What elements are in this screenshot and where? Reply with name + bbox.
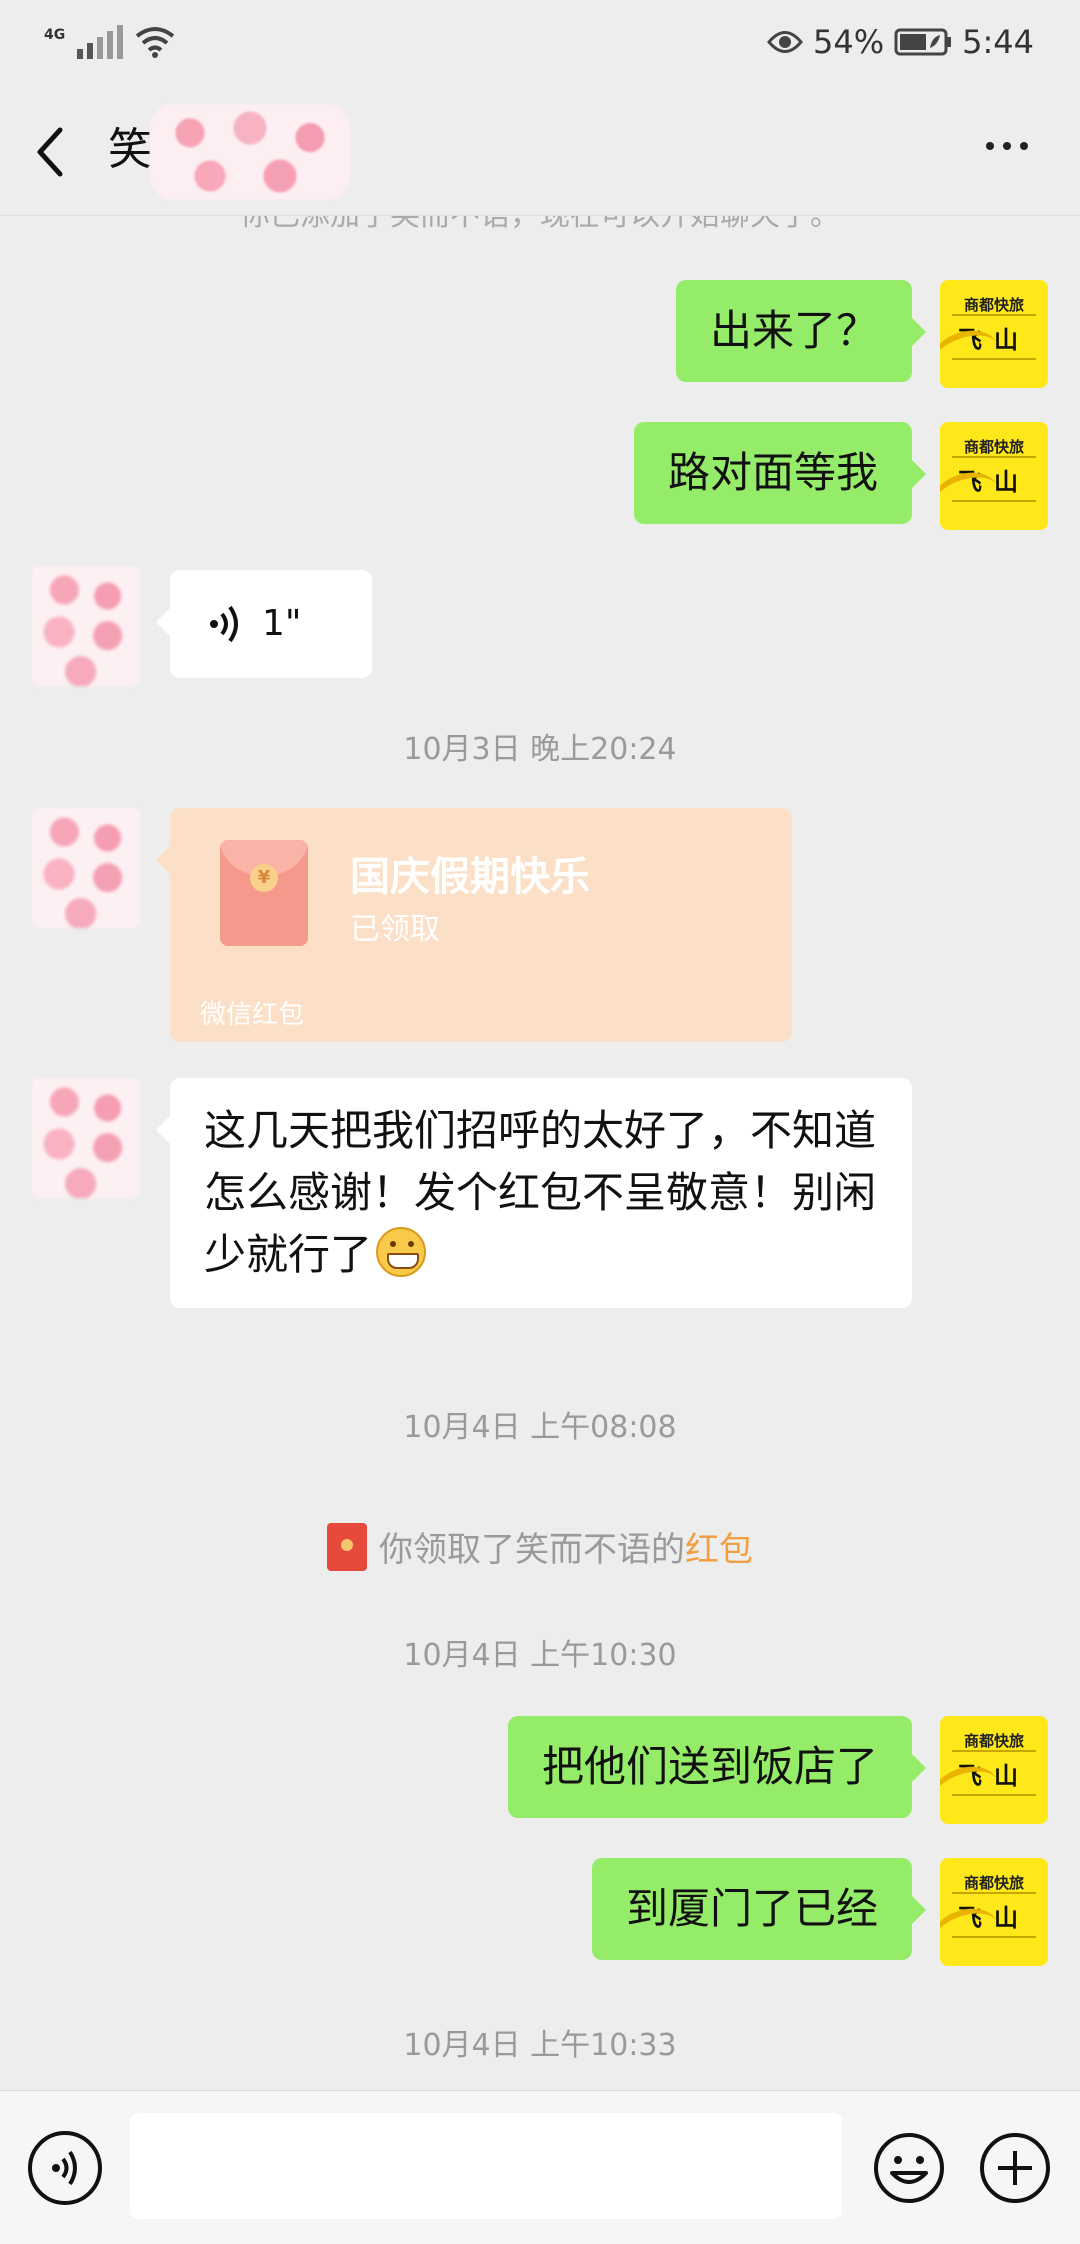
message-row: 路对面等我 商都快旅 飞山 [0, 422, 1080, 532]
timestamp: 10月3日 晚上20:24 [403, 732, 677, 767]
emoji-icon[interactable] [872, 2131, 946, 2205]
red-packet-card[interactable]: ¥ 国庆假期快乐 已领取 微信红包 [156, 808, 792, 1042]
message-row: 到厦门了已经 商都快旅 飞山 [0, 1858, 1080, 1968]
back-button[interactable] [30, 122, 80, 182]
battery-icon [894, 28, 952, 56]
system-red-packet-notice: 你领取了笑而不语的红包 [0, 1522, 1080, 1571]
chat-screen: 4G 54% 5:44 笑 出来了？ 商都快旅 飞山 路对面等我 商都快旅 飞山… [0, 0, 1080, 2244]
message-text: 到厦门了已经 [625, 1884, 878, 1933]
message-row: 1" [0, 566, 1080, 696]
my-avatar[interactable]: 商都快旅 飞山 [940, 280, 1048, 388]
voice-duration: 1" [262, 603, 302, 644]
message-input[interactable] [130, 2113, 842, 2219]
my-avatar[interactable]: 商都快旅 飞山 [940, 422, 1048, 530]
message-list[interactable]: 你已添加了笑而不语，现在可以开始聊天了。 出来了？ 商都快旅 飞山 路对面等我 … [0, 216, 1080, 2090]
status-left: 4G [44, 20, 175, 64]
system-message: 你已添加了笑而不语，现在可以开始聊天了。 [0, 216, 1080, 234]
message-text: 出来了？ [709, 306, 878, 355]
contact-avatar[interactable] [32, 808, 140, 928]
network-type: 4G [44, 27, 66, 43]
my-avatar[interactable]: 商都快旅 飞山 [940, 1716, 1048, 1824]
timestamp: 10月4日 上午10:30 [403, 1638, 677, 1673]
message-text: 把他们送到饭店了 [541, 1742, 878, 1791]
more-button[interactable] [986, 142, 1028, 150]
eye-icon [767, 31, 803, 53]
nav-bar: 笑 [0, 86, 1080, 216]
contact-avatar[interactable] [32, 1078, 140, 1198]
contact-avatar[interactable] [32, 566, 140, 686]
message-row: 这几天把我们招呼的太好了，不知道怎么感谢！发个红包不呈敬意！别闲少就行了 [0, 1078, 1080, 1328]
signal-icon [77, 25, 124, 59]
voice-input-button[interactable] [28, 2131, 102, 2205]
back-arrow-icon [37, 127, 63, 177]
message-row: ¥ 国庆假期快乐 已领取 微信红包 [0, 808, 1080, 1048]
red-packet-icon: ¥ [220, 840, 308, 946]
status-bar: 4G 54% 5:44 [0, 0, 1080, 86]
clock: 5:44 [962, 23, 1034, 61]
timestamp: 10月4日 上午10:33 [403, 2028, 677, 2063]
grin-emoji-icon [376, 1227, 427, 1277]
my-message-bubble[interactable]: 路对面等我 [633, 422, 927, 524]
voice-message-bubble[interactable]: 1" [156, 570, 372, 678]
their-message-bubble[interactable]: 这几天把我们招呼的太好了，不知道怎么感谢！发个红包不呈敬意！别闲少就行了 [156, 1078, 912, 1308]
my-message-bubble[interactable]: 把他们送到饭店了 [507, 1716, 927, 1818]
red-packet-mini-icon [327, 1523, 367, 1571]
message-text: 路对面等我 [667, 448, 878, 497]
avatar-text-line1: 商都快旅 [963, 296, 1024, 314]
more-dots-icon [986, 142, 994, 150]
my-message-bubble[interactable]: 到厦门了已经 [591, 1858, 927, 1960]
red-packet-footer: 微信红包 [200, 1000, 305, 1030]
battery-percent: 54% [813, 23, 885, 61]
system-notice-text: 你领取了笑而不语的 [379, 1530, 685, 1570]
message-row: 把他们送到饭店了 商都快旅 飞山 [0, 1716, 1080, 1826]
status-right: 54% 5:44 [767, 18, 1034, 66]
voice-wave-icon [210, 605, 238, 643]
message-row: 出来了？ 商都快旅 飞山 [0, 280, 1080, 390]
timestamp: 10月4日 上午08:08 [403, 1410, 677, 1445]
red-packet-link[interactable]: 红包 [685, 1530, 753, 1570]
message-text: 这几天把我们招呼的太好了，不知道怎么感谢！发个红包不呈敬意！别闲少就行了 [204, 1106, 877, 1279]
my-avatar[interactable]: 商都快旅 飞山 [940, 1858, 1048, 1966]
chat-title: 笑 [108, 124, 152, 175]
name-mosaic-redaction [150, 104, 350, 200]
red-packet-status: 已领取 [350, 912, 440, 947]
voice-icon [52, 2150, 77, 2186]
input-bar [0, 2090, 1080, 2244]
my-message-bubble[interactable]: 出来了？ [675, 280, 927, 382]
red-packet-title: 国庆假期快乐 [350, 854, 590, 900]
wifi-icon [136, 27, 175, 58]
plus-icon[interactable] [978, 2131, 1052, 2205]
